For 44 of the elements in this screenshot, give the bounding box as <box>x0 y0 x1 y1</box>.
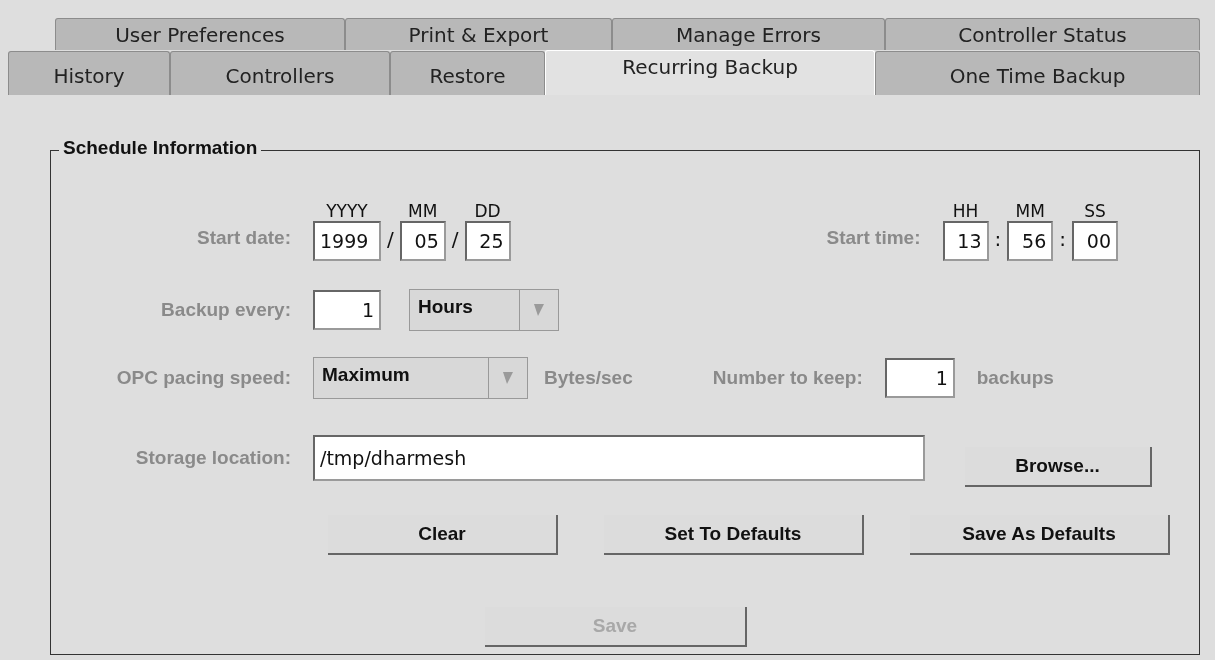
tab[interactable]: Restore <box>390 51 545 95</box>
tab[interactable]: User Preferences <box>55 18 345 50</box>
action-button[interactable]: Set To Defaults <box>604 515 864 555</box>
separator: : <box>994 227 1002 251</box>
field-label: Storage location: <box>134 447 291 469</box>
field-label: Backup every: <box>160 299 291 321</box>
field-heading: YYYY <box>326 201 368 221</box>
separator: / <box>387 227 394 251</box>
time-field[interactable]: 13 <box>942 221 989 261</box>
storage-field[interactable]: /tmp/dharmesh <box>313 435 925 481</box>
separator: : <box>1059 227 1066 251</box>
time-field[interactable]: 56 <box>1007 221 1054 261</box>
pacing-dropdown[interactable]: Maximum <box>313 357 528 399</box>
unit-label: Bytes/sec <box>544 367 633 389</box>
browse-button[interactable]: Browse... <box>965 447 1152 487</box>
tab[interactable]: Print & Export <box>345 18 612 50</box>
tab[interactable]: Controller Status <box>885 18 1200 50</box>
tab[interactable]: Controllers <box>170 51 390 95</box>
action-button[interactable]: Clear <box>328 515 558 555</box>
field-label: Start time: <box>825 227 921 249</box>
time-field[interactable]: 00 <box>1072 221 1118 261</box>
tab[interactable]: Manage Errors <box>612 18 885 50</box>
tab[interactable]: History <box>8 51 170 95</box>
field-label: Number to keep: <box>711 367 863 389</box>
dropdown-arrow-icon <box>502 371 514 385</box>
unit-dropdown[interactable]: Hours <box>409 289 559 331</box>
unit-label: backups <box>976 367 1054 389</box>
field-heading: SS <box>1084 201 1106 221</box>
field-label: Start date: <box>196 227 291 249</box>
keep-field[interactable]: 1 <box>884 358 955 398</box>
separator: / <box>451 227 459 251</box>
field-heading: DD <box>474 201 501 221</box>
date-field[interactable]: 1999 <box>313 221 381 261</box>
dropdown-arrow-icon <box>533 303 545 317</box>
field-heading: HH <box>952 201 979 221</box>
field-heading: MM <box>408 201 438 221</box>
tab[interactable]: Recurring Backup <box>545 50 875 95</box>
tab[interactable]: One Time Backup <box>875 51 1200 95</box>
field-label: OPC pacing speed: <box>115 367 291 389</box>
action-button[interactable]: Save As Defaults <box>910 515 1170 555</box>
date-field[interactable]: 05 <box>399 221 446 261</box>
field-heading: MM <box>1015 201 1045 221</box>
interval-field[interactable]: 1 <box>313 290 381 330</box>
date-field[interactable]: 25 <box>464 221 511 261</box>
